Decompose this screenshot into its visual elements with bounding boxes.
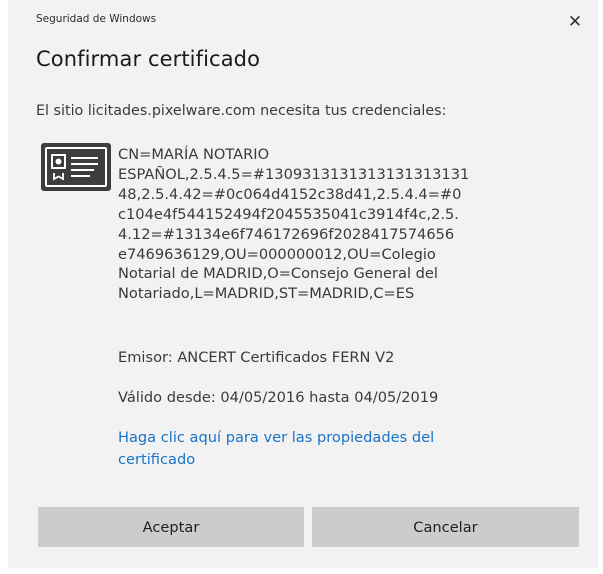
certificate-details: CN=MARÍA NOTARIO ESPAÑOL,2.5.4.5=#130931… [118,145,518,304]
close-icon: ✕ [567,12,583,32]
certificate-subject: CN=MARÍA NOTARIO ESPAÑOL,2.5.4.5=#130931… [118,146,470,303]
close-button[interactable]: ✕ [565,12,585,32]
certificate-properties-link[interactable]: Haga clic aquí para ver las propiedades … [118,427,518,471]
certificate-validity: Válido desde: 04/05/2016 hasta 04/05/201… [118,389,439,406]
window-title: Seguridad de Windows [36,13,157,25]
certificate-issuer: Emisor: ANCERT Certificados FERN V2 [118,349,395,366]
credentials-prompt: El sitio licitades.pixelware.com necesit… [36,103,447,119]
security-dialog: Seguridad de Windows ✕ Confirmar certifi… [8,0,598,568]
accept-button[interactable]: Aceptar [38,507,304,547]
certificate-icon [41,143,111,191]
cancel-button[interactable]: Cancelar [312,507,579,547]
dialog-heading: Confirmar certificado [36,47,261,71]
